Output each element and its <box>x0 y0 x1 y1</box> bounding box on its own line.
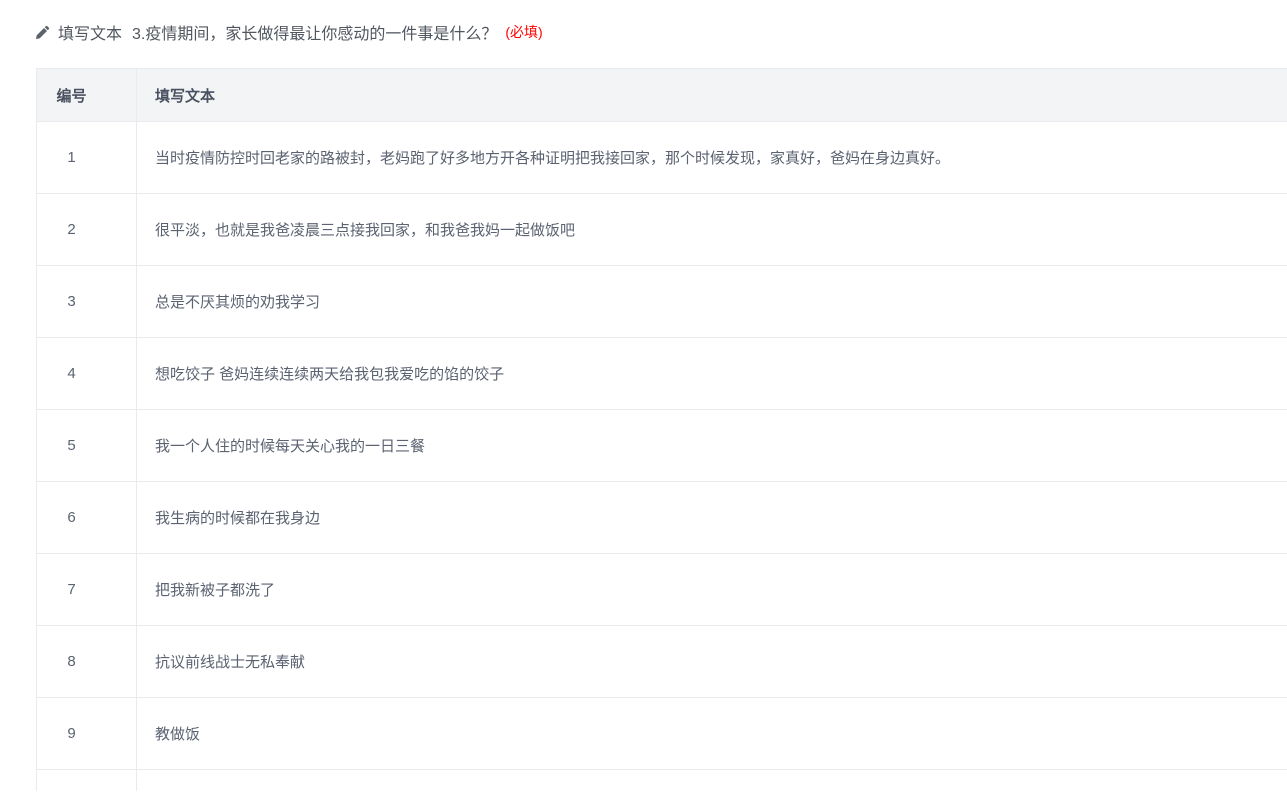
row-text: 很平淡，也就是我爸凌晨三点接我回家，和我爸我妈一起做饭吧 <box>137 194 1287 265</box>
question-title: 3.疫情期间，家长做得最让你感动的一件事是什么？ <box>132 20 497 44</box>
row-text: 想吃饺子 爸妈连续连续两天给我包我爱吃的馅的饺子 <box>137 338 1287 409</box>
required-badge: (必填) <box>505 22 542 42</box>
table-row: 4 想吃饺子 爸妈连续连续两天给我包我爱吃的馅的饺子 <box>37 338 1287 410</box>
table-row: 9 教做饭 <box>37 698 1287 770</box>
row-number: 6 <box>37 482 137 553</box>
question-header: 填写文本 3.疫情期间，家长做得最让你感动的一件事是什么？ (必填) <box>35 20 543 44</box>
row-number: 2 <box>37 194 137 265</box>
row-number: 7 <box>37 554 137 625</box>
table-row: 1 当时疫情防控时回老家的路被封，老妈跑了好多地方开各种证明把我接回家，那个时候… <box>37 122 1287 194</box>
row-number: 3 <box>37 266 137 337</box>
row-number: 1 <box>37 122 137 193</box>
column-header-number: 编号 <box>37 69 137 121</box>
row-text: 抗议前线战士无私奉献 <box>137 626 1287 697</box>
table-row: 6 我生病的时候都在我身边 <box>37 482 1287 554</box>
pencil-icon <box>35 25 50 40</box>
table-row: 2 很平淡，也就是我爸凌晨三点接我回家，和我爸我妈一起做饭吧 <box>37 194 1287 266</box>
row-text: 总是不厌其烦的劝我学习 <box>137 266 1287 337</box>
row-text: 教做饭 <box>137 698 1287 769</box>
row-text <box>137 770 1287 791</box>
answers-table: 编号 填写文本 1 当时疫情防控时回老家的路被封，老妈跑了好多地方开各种证明把我… <box>36 68 1287 791</box>
row-text: 我生病的时候都在我身边 <box>137 482 1287 553</box>
row-text: 把我新被子都洗了 <box>137 554 1287 625</box>
table-row: 8 抗议前线战士无私奉献 <box>37 626 1287 698</box>
column-header-text: 填写文本 <box>137 69 1287 121</box>
row-number: 8 <box>37 626 137 697</box>
row-number: 4 <box>37 338 137 409</box>
table-header-row: 编号 填写文本 <box>37 69 1287 122</box>
row-number: 5 <box>37 410 137 481</box>
table-row-partial <box>37 770 1287 791</box>
table-body: 1 当时疫情防控时回老家的路被封，老妈跑了好多地方开各种证明把我接回家，那个时候… <box>37 122 1287 770</box>
table-row: 5 我一个人住的时候每天关心我的一日三餐 <box>37 410 1287 482</box>
row-text: 我一个人住的时候每天关心我的一日三餐 <box>137 410 1287 481</box>
row-number <box>37 770 137 791</box>
row-number: 9 <box>37 698 137 769</box>
table-row: 7 把我新被子都洗了 <box>37 554 1287 626</box>
question-type-label: 填写文本 <box>58 20 122 44</box>
row-text: 当时疫情防控时回老家的路被封，老妈跑了好多地方开各种证明把我接回家，那个时候发现… <box>137 122 1287 193</box>
table-row: 3 总是不厌其烦的劝我学习 <box>37 266 1287 338</box>
